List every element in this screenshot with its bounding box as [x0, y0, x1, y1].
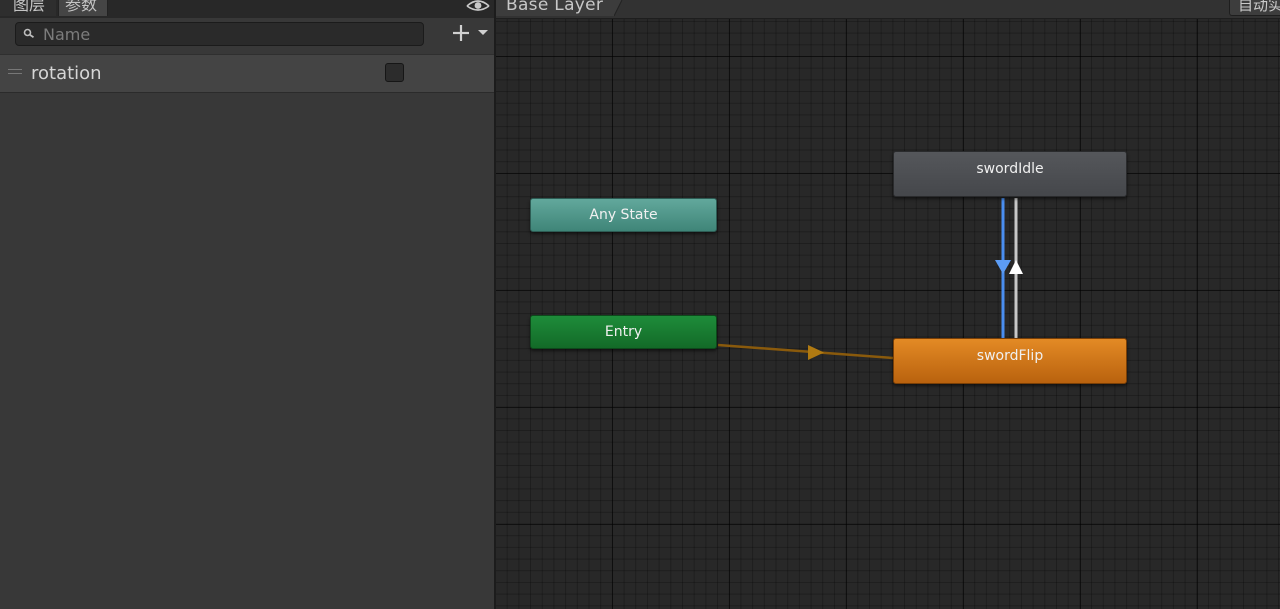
parameter-bool-checkbox[interactable]: [385, 63, 404, 82]
state-node-any-state[interactable]: Any State: [530, 198, 717, 232]
transition-entry-to-swordflip[interactable]: [717, 343, 894, 360]
add-parameter-button[interactable]: [450, 22, 490, 44]
eye-icon[interactable]: [466, 0, 490, 13]
parameter-row[interactable]: rotation: [0, 54, 495, 93]
chevron-down-icon: [478, 30, 488, 35]
tab-parameters[interactable]: 参数: [58, 0, 108, 16]
state-node-sword-idle[interactable]: swordIdle: [893, 151, 1127, 197]
animator-graph[interactable]: Base Layer 自动实 Any State Entry swordIdle…: [496, 0, 1280, 609]
search-field[interactable]: [15, 22, 424, 46]
state-node-sword-flip[interactable]: swordFlip: [893, 338, 1127, 384]
drag-handle-icon[interactable]: [8, 69, 22, 74]
state-node-entry[interactable]: Entry: [530, 315, 717, 349]
plus-icon: [453, 25, 469, 41]
search-icon: [23, 28, 34, 38]
transition-swordidle-to-swordflip[interactable]: [995, 198, 1011, 338]
transition-swordflip-to-swordidle[interactable]: [1009, 198, 1023, 338]
panel-tab-bar: 图层 参数: [0, 0, 495, 18]
parameter-name: rotation: [31, 63, 102, 84]
tab-layers[interactable]: 图层: [0, 0, 56, 16]
parameters-panel: 图层 参数 rotation: [0, 0, 495, 609]
search-row: [0, 18, 495, 54]
transitions-layer: [717, 198, 1023, 360]
search-input[interactable]: [43, 23, 413, 45]
